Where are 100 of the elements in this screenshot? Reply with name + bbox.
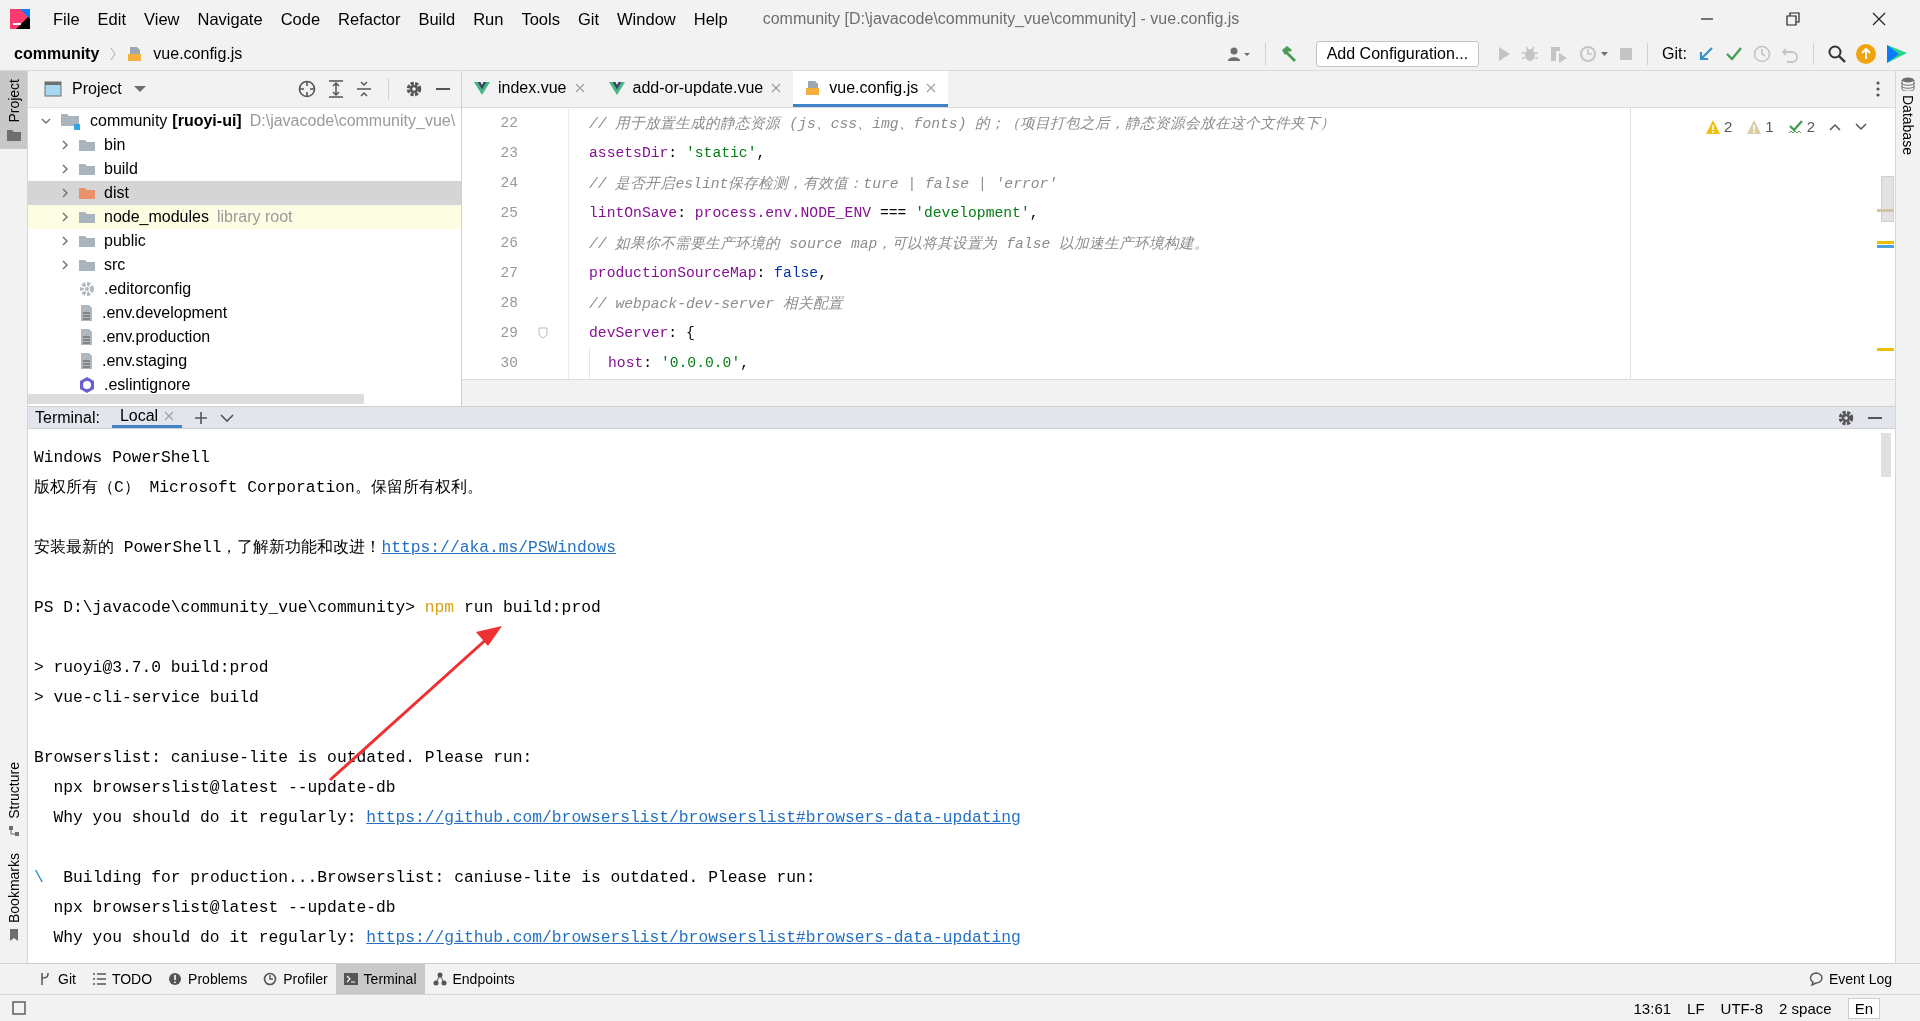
chevron-right-icon[interactable] [60, 211, 70, 223]
chevron-right-icon[interactable] [60, 163, 70, 175]
status-item[interactable]: UTF-8 [1720, 999, 1764, 1017]
chevron-right-icon[interactable] [60, 139, 70, 151]
menu-item[interactable]: Build [409, 9, 465, 29]
add-configuration-button[interactable]: Add Configuration... [1315, 41, 1480, 67]
menu-item[interactable]: Refactor [329, 9, 410, 29]
settings-icon[interactable] [1837, 408, 1855, 427]
tool-window-button[interactable]: Git [30, 964, 84, 994]
menu-item[interactable]: Tools [512, 9, 569, 29]
toolbox-logo-icon[interactable] [1886, 44, 1908, 64]
tree-item[interactable]: .env.development [28, 301, 461, 325]
line-number: 27 [499, 265, 518, 281]
profile-icon[interactable] [1579, 45, 1610, 63]
dropdown-caret-icon[interactable] [133, 85, 146, 93]
problem-count[interactable]: 1 [1765, 118, 1774, 135]
restore-icon[interactable] [1786, 12, 1800, 26]
tool-window-tab[interactable]: Database [1896, 71, 1920, 161]
tree-item[interactable]: community [ruoyi-ui] D:\javacode\community_vue\ [28, 109, 461, 133]
tree-item[interactable]: dist [28, 181, 461, 205]
chevron-right-icon[interactable] [60, 187, 70, 199]
previous-icon[interactable] [1829, 123, 1841, 131]
hammer-icon[interactable] [1279, 45, 1298, 63]
chevron-right-icon[interactable] [60, 235, 70, 247]
tool-window-tab[interactable]: Project [0, 71, 27, 149]
update-project-icon[interactable] [1697, 45, 1715, 63]
more-icon[interactable] [1875, 81, 1881, 97]
input-method-indicator[interactable]: En [1847, 997, 1880, 1019]
settings-icon[interactable] [405, 80, 423, 98]
locate-icon[interactable] [298, 80, 316, 98]
tree-item[interactable]: build [28, 157, 461, 181]
menu-item[interactable]: Window [608, 9, 685, 29]
event-log-button[interactable]: Event Log [1800, 964, 1900, 994]
commit-icon[interactable] [1725, 45, 1743, 63]
update-available-icon[interactable] [1856, 44, 1876, 64]
tree-item[interactable]: .editorconfig [28, 277, 461, 301]
chevron-down-icon[interactable] [220, 412, 235, 423]
terminal-text: run build:prod [462, 597, 601, 617]
breadcrumb[interactable]: community [14, 45, 100, 63]
link[interactable]: https://aka.ms/PSWindows [381, 537, 616, 557]
close-tab-icon[interactable] [164, 411, 175, 421]
menu-item[interactable]: Git [568, 9, 609, 29]
close-icon[interactable] [1872, 12, 1886, 26]
editor-tab[interactable]: index.vue [462, 71, 597, 107]
fold-marker-icon[interactable] [538, 327, 548, 339]
scrollbar[interactable] [28, 394, 364, 404]
menu-item[interactable]: Help [684, 9, 737, 29]
close-tab-icon[interactable] [574, 82, 585, 93]
tree-label: node_modules [104, 208, 209, 226]
module-tag: [ruoyi-ui] [172, 112, 242, 130]
user-icon[interactable] [1226, 46, 1251, 62]
menu-item[interactable]: File [44, 9, 89, 29]
tool-window-tab[interactable]: Bookmarks [0, 844, 27, 949]
line-number: 23 [499, 145, 518, 161]
tree-item[interactable]: .eslintignore [28, 373, 461, 397]
checkmark-icon[interactable] [1787, 118, 1804, 135]
tree-item[interactable]: public [28, 229, 461, 253]
tool-window-button[interactable]: TODO [83, 964, 161, 994]
collapse-all-icon[interactable] [356, 80, 372, 98]
menu-item[interactable]: Run [464, 9, 513, 29]
panel-toggle-icon[interactable] [12, 1001, 26, 1015]
editor-tab[interactable]: add-or-update.vue [596, 71, 794, 107]
tool-window-button[interactable]: Endpoints [424, 964, 523, 994]
scrollbar[interactable] [1881, 433, 1891, 477]
status-item[interactable]: 2 space [1779, 999, 1832, 1017]
close-tab-icon[interactable] [926, 82, 937, 93]
code-line: // 是否开启eslint保存检测，有效值：ture | false | 'error' [589, 174, 1058, 193]
chevron-right-icon[interactable] [60, 259, 70, 271]
terminal-tab[interactable]: Local [111, 407, 183, 428]
tree-item[interactable]: .env.staging [28, 349, 461, 373]
menu-item[interactable]: Edit [88, 9, 136, 29]
js-file-icon [127, 46, 144, 62]
search-icon[interactable] [1828, 45, 1846, 63]
panel-title[interactable]: Project [72, 80, 122, 98]
tool-window-button[interactable]: Problems [160, 964, 256, 994]
problem-count[interactable]: 2 [1723, 118, 1733, 135]
scrollbar-thumb[interactable] [1881, 176, 1894, 222]
next-icon[interactable] [1855, 123, 1867, 131]
tool-window-button[interactable]: Terminal [335, 964, 425, 994]
menu-item[interactable]: Code [271, 9, 330, 29]
status-item[interactable]: LF [1687, 999, 1705, 1017]
chevron-down-icon[interactable] [40, 116, 52, 126]
tool-window-tab[interactable]: Structure [0, 754, 27, 845]
tree-item[interactable]: bin [28, 133, 461, 157]
link[interactable]: https://github.com/browserslist/browserslist#browsers-data-updating [366, 807, 1021, 827]
editor-tab[interactable]: vue.config.js [793, 71, 949, 107]
menu-item[interactable]: Navigate [188, 9, 272, 29]
terminal-text: Why you should do it regularly: [52, 807, 358, 827]
status-item[interactable]: 13:61 [1633, 999, 1672, 1017]
problem-count[interactable]: 2 [1806, 118, 1815, 135]
menu-item[interactable]: View [135, 9, 189, 29]
plus-icon[interactable] [194, 410, 209, 425]
link[interactable]: https://github.com/browserslist/browserslist#browsers-data-updating [366, 927, 1021, 947]
tree-item[interactable]: .env.production [28, 325, 461, 349]
tool-window-button[interactable]: Profiler [255, 964, 336, 994]
close-tab-icon[interactable] [771, 82, 782, 93]
breadcrumb[interactable]: vue.config.js [153, 45, 243, 63]
expand-all-icon[interactable] [328, 80, 344, 98]
tree-item[interactable]: node_modules library root [28, 205, 461, 229]
tree-item[interactable]: src [28, 253, 461, 277]
